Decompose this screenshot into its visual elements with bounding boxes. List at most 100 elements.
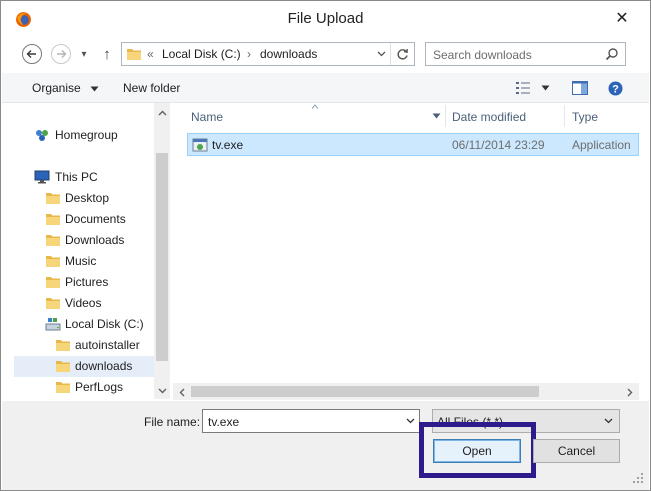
svg-text:?: ?: [612, 83, 619, 95]
sidebar-item-music[interactable]: Music: [14, 251, 154, 272]
resize-grip-icon[interactable]: [631, 471, 645, 485]
filter-dropdown-button[interactable]: [602, 415, 614, 427]
change-view-button[interactable]: [514, 79, 550, 97]
breadcrumb-separator[interactable]: ›: [247, 47, 251, 61]
column-header-name[interactable]: Name: [173, 103, 441, 129]
scroll-thumb[interactable]: [156, 153, 168, 361]
refresh-button[interactable]: [390, 43, 414, 65]
details-view-icon: [515, 82, 530, 94]
breadcrumb-overflow[interactable]: «: [147, 47, 154, 61]
search-icon: [605, 48, 618, 61]
scroll-left-button[interactable]: [174, 384, 190, 400]
new-folder-button[interactable]: New folder: [123, 81, 180, 95]
column-header-date-modified[interactable]: Date modified: [446, 103, 564, 129]
navigation-bar: ▾ ↑ « Local Disk (C:) › downloads Search…: [1, 39, 650, 71]
close-icon: ✕: [615, 10, 629, 27]
address-dropdown-button[interactable]: [374, 43, 388, 65]
file-type: Application: [572, 138, 631, 152]
file-list-horizontal-scrollbar[interactable]: [173, 383, 639, 400]
recent-locations-button[interactable]: ▾: [76, 43, 92, 65]
file-name-value: tv.exe: [208, 415, 240, 429]
scroll-right-button[interactable]: [622, 384, 638, 400]
sidebar-item-downloads[interactable]: Downloads: [14, 230, 154, 251]
help-icon: ?: [608, 81, 622, 95]
help-button[interactable]: ?: [606, 79, 624, 97]
sidebar-item-local-disk-c[interactable]: Local Disk (C:): [14, 314, 154, 335]
file-name-label: File name:: [144, 415, 201, 429]
sidebar-item-label: Documents: [65, 212, 126, 226]
computer-icon: [34, 169, 50, 185]
chevron-right-icon: [627, 388, 633, 396]
cancel-button[interactable]: Cancel: [533, 439, 620, 463]
open-button[interactable]: Open: [433, 439, 521, 463]
close-button[interactable]: ✕: [607, 7, 637, 29]
up-button[interactable]: ↑: [97, 43, 117, 65]
scroll-thumb[interactable]: [191, 386, 539, 397]
navigation-scrollbar[interactable]: [154, 103, 170, 399]
back-arrow-icon: [22, 44, 42, 64]
file-date: 06/11/2014 23:29: [452, 138, 545, 152]
sidebar-item-homegroup[interactable]: Homegroup: [14, 125, 154, 146]
refresh-icon: [397, 48, 408, 59]
address-bar[interactable]: « Local Disk (C:) › downloads: [121, 42, 415, 66]
chevron-left-icon: [179, 388, 185, 396]
sidebar-item-label: downloads: [75, 359, 133, 373]
preview-pane-button[interactable]: [570, 79, 590, 97]
sidebar-item-label: Local Disk (C:): [65, 317, 144, 331]
sidebar-item-videos[interactable]: Videos: [14, 293, 154, 314]
sidebar-item-label: autoinstaller: [75, 338, 140, 352]
scroll-up-button[interactable]: [154, 105, 170, 121]
file-name-dropdown-button[interactable]: [404, 415, 416, 427]
sidebar-item-label: Music: [65, 254, 97, 268]
drive-icon: [45, 316, 61, 332]
command-toolbar: Organise New folder ?: [2, 73, 649, 103]
back-button[interactable]: [21, 43, 43, 65]
search-placeholder: Search downloads: [433, 48, 532, 62]
title-bar: File Upload ✕: [1, 1, 650, 37]
sort-ascending-icon: [311, 104, 319, 109]
chevron-down-icon: [432, 113, 441, 119]
sidebar-item-label: Videos: [65, 296, 102, 310]
column-name-label: Name: [191, 110, 224, 124]
organise-button[interactable]: Organise: [32, 81, 99, 95]
sidebar-item-desktop[interactable]: Desktop: [14, 188, 154, 209]
scroll-down-button[interactable]: [154, 383, 170, 399]
chevron-down-icon: [541, 85, 549, 91]
search-input[interactable]: Search downloads: [425, 42, 626, 66]
file-name-field[interactable]: tv.exe: [202, 409, 420, 433]
folder-icon: [45, 211, 61, 227]
sidebar-item-pictures[interactable]: Pictures: [14, 272, 154, 293]
sidebar-item-label: PerfLogs: [75, 380, 124, 394]
sidebar-item-label: Desktop: [65, 191, 110, 205]
sidebar-item-documents[interactable]: Documents: [14, 209, 154, 230]
file-upload-dialog: File Upload ✕ ▾ ↑ « Local Disk (C:) › do…: [0, 0, 651, 491]
chevron-up-icon: [158, 110, 166, 116]
forward-button[interactable]: [50, 43, 72, 65]
folder-icon: [127, 49, 141, 60]
chevron-down-icon: ▾: [81, 48, 87, 60]
up-arrow-icon: ↑: [103, 45, 111, 63]
sidebar-item-label: Pictures: [65, 275, 109, 289]
homegroup-icon: [34, 127, 50, 143]
sidebar-item-autoinstaller[interactable]: autoinstaller: [14, 335, 154, 356]
sidebar-item-perflogs[interactable]: PerfLogs: [14, 377, 154, 398]
file-name: tv.exe: [212, 138, 244, 152]
breadcrumb-local-disk[interactable]: Local Disk (C:): [162, 47, 241, 61]
column-header-type[interactable]: Type: [565, 103, 639, 129]
dialog-title: File Upload: [287, 10, 364, 27]
sidebar-item-label: Downloads: [65, 233, 125, 247]
sidebar-item-label: This PC: [55, 170, 98, 184]
navigation-pane: Homegroup This PC Desktop Documents Download…: [14, 103, 169, 399]
file-list: Name Date modified Type tv.exe 06/11/201…: [173, 103, 639, 399]
folder-icon: [45, 190, 61, 206]
column-date-label: Date modified: [452, 110, 527, 124]
file-row-tv-exe[interactable]: tv.exe 06/11/2014 23:29 Application: [187, 133, 639, 156]
sidebar-item-downloads[interactable]: downloads: [14, 356, 154, 377]
organise-label: Organise: [32, 81, 81, 95]
sidebar-item-this-pc[interactable]: This PC: [14, 167, 154, 188]
chevron-down-icon: [377, 51, 385, 57]
folder-icon: [45, 295, 61, 311]
folder-icon: [55, 379, 71, 395]
folder-icon: [45, 274, 61, 290]
breadcrumb-downloads[interactable]: downloads: [260, 47, 317, 61]
